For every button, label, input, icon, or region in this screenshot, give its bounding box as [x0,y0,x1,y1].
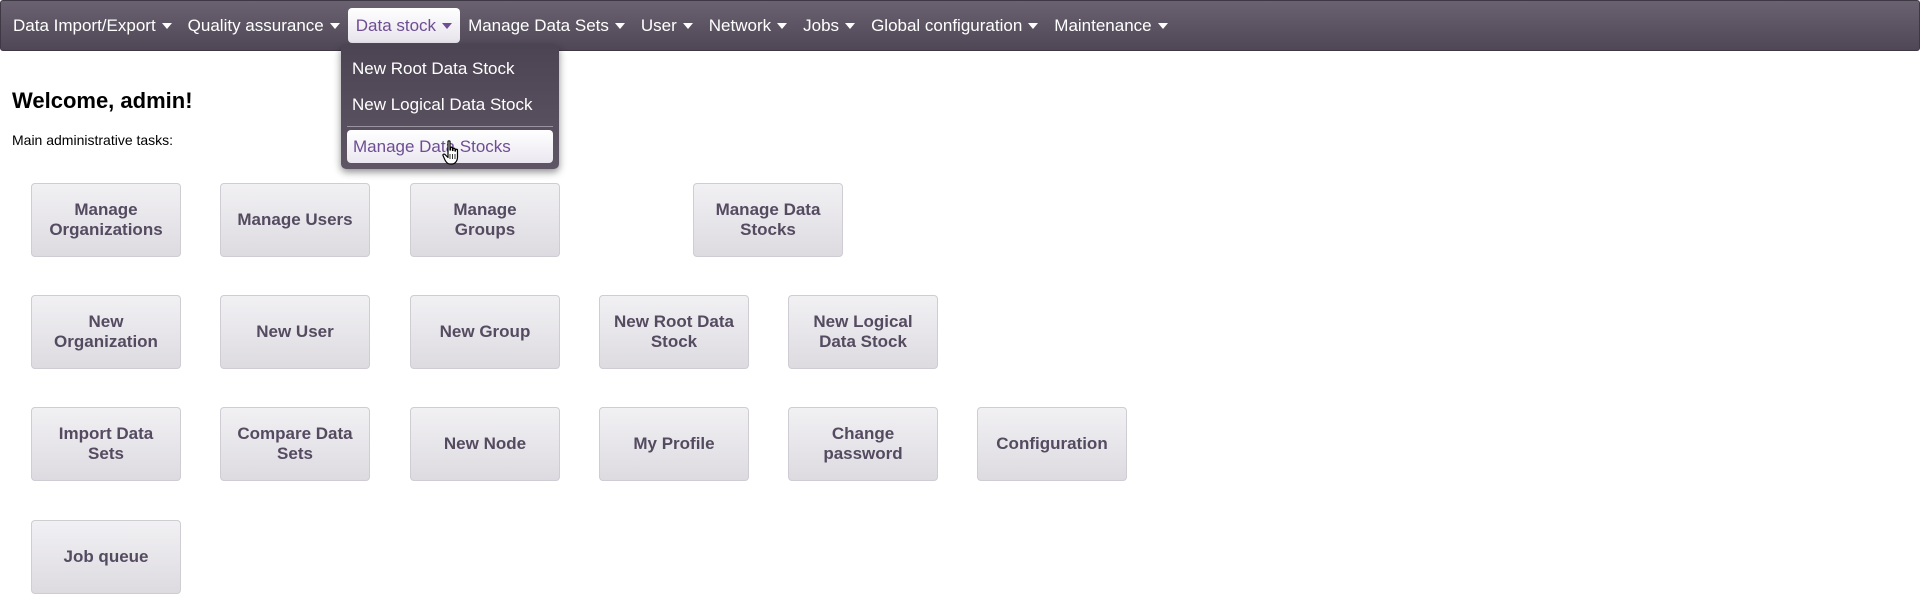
my-profile-button[interactable]: My Profile [599,407,749,481]
nav-jobs[interactable]: Jobs [795,8,863,43]
nav-label: Manage Data Sets [468,15,609,35]
caret-down-icon [1157,22,1168,29]
menu-item-new-logical-data-stock[interactable]: New Logical Data Stock [341,87,559,123]
nav-user[interactable]: User [633,8,701,43]
caret-down-icon [161,22,172,29]
compare-data-sets-button[interactable]: Compare Data Sets [220,407,370,481]
nav-label: Jobs [803,15,840,35]
nav-data-import-export[interactable]: Data Import/Export [5,8,180,43]
nav-maintenance[interactable]: Maintenance [1046,8,1175,43]
main-navbar: Data Import/Export Quality assurance Dat… [0,0,1920,51]
caret-down-icon [329,22,340,29]
manage-groups-button[interactable]: Manage Groups [410,183,560,257]
caret-down-icon [845,22,856,29]
nav-quality-assurance[interactable]: Quality assurance [180,8,348,43]
new-root-data-stock-button[interactable]: New Root Data Stock [599,295,749,369]
nav-label: User [640,15,677,35]
hand-pointer-icon [442,140,459,165]
nav-data-stock[interactable]: Data stock [347,8,461,43]
page-title: Welcome, admin! [12,88,193,113]
manage-data-stocks-button[interactable]: Manage Data Stocks [693,183,843,257]
manage-users-button[interactable]: Manage Users [220,183,370,257]
caret-down-icon [442,22,453,29]
nav-label: Data stock [355,15,437,35]
caret-down-icon [682,22,693,29]
menu-divider [347,126,553,127]
job-queue-button[interactable]: Job queue [31,520,181,594]
new-node-button[interactable]: New Node [410,407,560,481]
page-subtitle: Main administrative tasks: [12,132,174,148]
caret-down-icon [614,22,625,29]
new-user-button[interactable]: New User [220,295,370,369]
new-organization-button[interactable]: New Organization [31,295,181,369]
nav-network[interactable]: Network [701,8,795,43]
caret-down-icon [777,22,788,29]
new-logical-data-stock-button[interactable]: New Logical Data Stock [788,295,938,369]
change-password-button[interactable]: Change password [788,407,938,481]
nav-manage-data-sets[interactable]: Manage Data Sets [460,8,633,43]
nav-global-configuration[interactable]: Global configuration [863,8,1046,43]
nav-label: Quality assurance [187,15,324,35]
nav-label: Network [708,15,772,35]
configuration-button[interactable]: Configuration [977,407,1127,481]
new-group-button[interactable]: New Group [410,295,560,369]
nav-label: Maintenance [1054,15,1152,35]
menu-item-new-root-data-stock[interactable]: New Root Data Stock [341,51,559,87]
import-data-sets-button[interactable]: Import Data Sets [31,407,181,481]
caret-down-icon [1028,22,1039,29]
nav-label: Data Import/Export [13,15,156,35]
nav-label: Global configuration [871,15,1023,35]
manage-organizations-button[interactable]: Manage Organizations [31,183,181,257]
